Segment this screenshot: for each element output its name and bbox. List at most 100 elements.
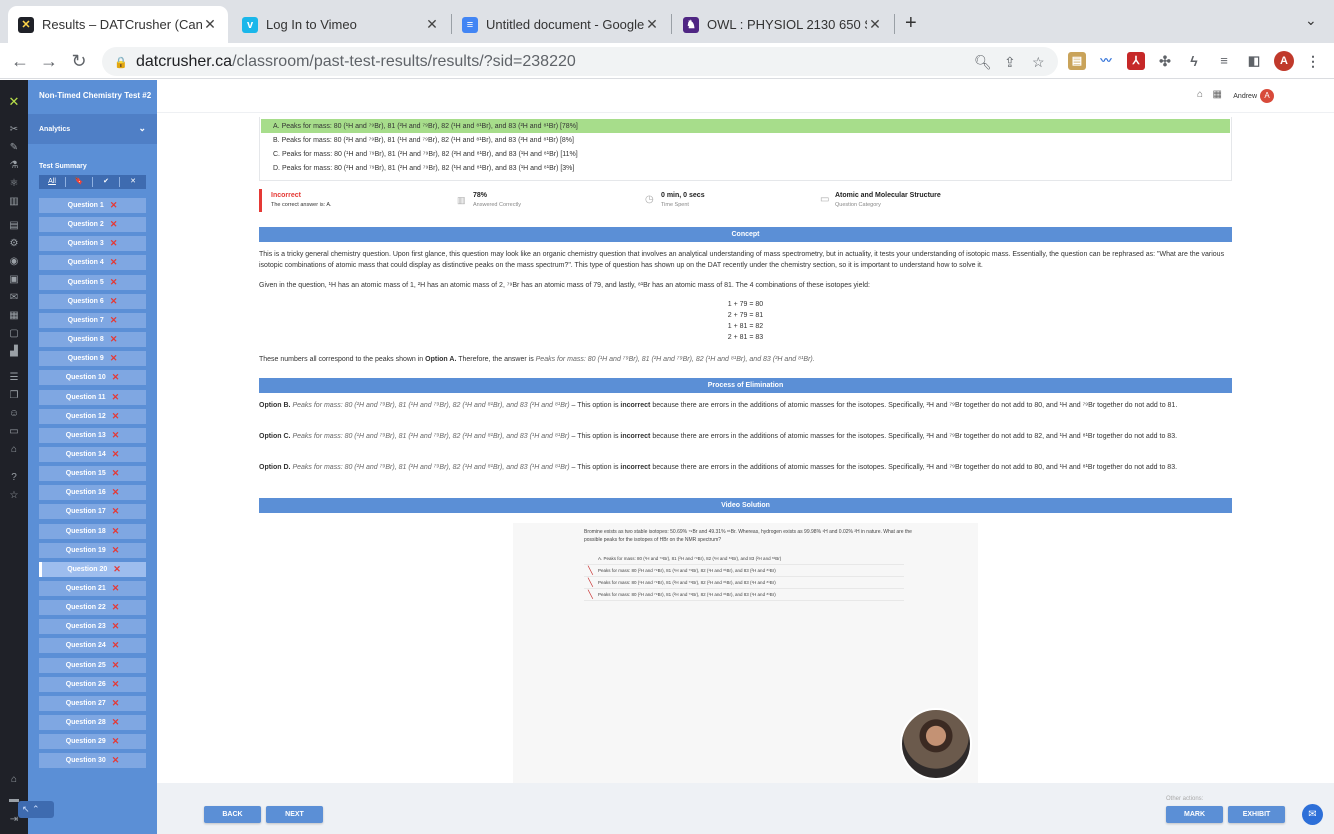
filter-bookmarked-icon[interactable]: 🔖 (66, 177, 93, 187)
question-item-21[interactable]: Question 21 ✕ (39, 581, 146, 596)
question-item-30[interactable]: Question 30 ✕ (39, 753, 146, 769)
rail-clipboard-icon[interactable]: ▭ (8, 426, 20, 438)
question-item-20[interactable]: Question 20 ✕ (39, 561, 146, 577)
close-tab-icon[interactable]: ✕ (202, 16, 218, 33)
option-label: Option D. (259, 464, 291, 471)
question-item-5[interactable]: Question 5 ✕ (39, 274, 146, 290)
rail-molecule-icon[interactable]: ⚛ (8, 178, 20, 190)
rail-settings-icon[interactable]: ⚙ (8, 238, 20, 250)
question-item-3[interactable]: Question 3 ✕ (39, 236, 146, 252)
question-item-6[interactable]: Question 6 ✕ (39, 293, 146, 309)
video-player[interactable]: Bromine exists as two stable isotopes: 5… (513, 523, 978, 785)
question-item-13[interactable]: Question 13 ✕ (39, 427, 146, 443)
question-item-22[interactable]: Question 22 ✕ (39, 600, 146, 616)
rail-tools-icon[interactable]: ✂ (8, 124, 20, 136)
question-item-11[interactable]: Question 11 ✕ (39, 389, 146, 405)
chat-support-icon[interactable]: ✉ (1302, 804, 1323, 825)
question-item-29[interactable]: Question 29 ✕ (39, 734, 146, 750)
tab-google-docs[interactable]: ≡ Untitled document - Google Docs ✕ (452, 6, 670, 43)
rail-chart-icon[interactable]: ▟ (8, 346, 20, 358)
question-item-23[interactable]: Question 23 ✕ (39, 619, 146, 635)
home-icon[interactable]: ⌂ (1197, 89, 1203, 100)
share-icon[interactable]: ⇪ (1004, 54, 1016, 71)
rail-doc-icon[interactable]: ▢ (8, 328, 20, 340)
extension-wave-icon[interactable]: 〰 (1097, 52, 1115, 70)
question-category: Atomic and Molecular Structure (835, 192, 941, 199)
question-item-12[interactable]: Question 12 ✕ (39, 408, 146, 424)
tab-datcrusher[interactable]: ✕ Results – DATCrusher (Canada) ✕ (8, 6, 228, 43)
back-arrow-icon[interactable]: ← (8, 49, 32, 73)
address-bar[interactable]: 🔒 datcrusher.ca/classroom/past-test-resu… (102, 47, 1058, 76)
exhibit-button[interactable]: EXHIBIT (1228, 806, 1285, 823)
datcrusher-logo-icon[interactable]: ✕ (8, 95, 20, 108)
tab-owl[interactable]: ♞ OWL : PHYSIOL 2130 650 SU2 ✕ (673, 6, 893, 43)
option-letter: B. (273, 136, 280, 144)
question-item-7[interactable]: Question 7 ✕ (39, 312, 146, 328)
rail-library-icon[interactable]: ▥ (8, 196, 20, 208)
close-tab-icon[interactable]: ✕ (867, 16, 883, 33)
rail-help-icon[interactable]: ? (8, 472, 20, 484)
close-tab-icon[interactable]: ✕ (644, 16, 660, 33)
rail-notes-icon[interactable]: ▦ (8, 310, 20, 322)
question-item-18[interactable]: Question 18 ✕ (39, 523, 146, 539)
side-panel-icon[interactable]: ◧ (1245, 52, 1263, 70)
reload-icon[interactable]: ↻ (67, 49, 91, 73)
rail-bank-icon[interactable]: ⌂ (8, 444, 20, 456)
filter-incorrect-icon[interactable]: ✕ (120, 177, 146, 187)
profile-avatar[interactable]: A (1274, 51, 1294, 71)
browser-tab-strip: ✕ Results – DATCrusher (Canada) ✕ v Log … (0, 0, 1334, 43)
extensions-puzzle-icon[interactable]: ✣ (1156, 52, 1174, 70)
filter-correct-icon[interactable]: ✔ (93, 177, 120, 187)
user-name[interactable]: Andrew (1233, 93, 1257, 100)
extension-bolt-icon[interactable]: ϟ (1185, 52, 1203, 70)
rail-book-icon[interactable]: ▤ (8, 220, 20, 232)
next-button[interactable]: NEXT (266, 806, 323, 823)
mark-button[interactable]: MARK (1166, 806, 1223, 823)
acrobat-icon[interactable]: ⅄ (1127, 52, 1145, 70)
concept-paragraph-1: This is a tricky general chemistry quest… (259, 251, 1225, 269)
analytics-toggle[interactable]: Analytics ⌄ (28, 114, 157, 144)
new-tab-icon[interactable]: + (905, 12, 917, 35)
question-item-16[interactable]: Question 16 ✕ (39, 485, 146, 501)
question-item-4[interactable]: Question 4 ✕ (39, 255, 146, 271)
question-item-24[interactable]: Question 24 ✕ (39, 638, 146, 654)
calculator-icon[interactable]: ▦ (1213, 89, 1222, 100)
rail-home-icon[interactable]: ⌂ (8, 774, 20, 786)
rail-list-icon[interactable]: ☰ (8, 372, 20, 384)
forward-arrow-icon[interactable]: → (37, 49, 61, 73)
filter-all[interactable]: All (39, 177, 66, 187)
tab-vimeo[interactable]: v Log In to Vimeo ✕ (232, 6, 450, 43)
rail-eye-icon[interactable]: ◉ (8, 256, 20, 268)
user-avatar[interactable]: A (1260, 89, 1274, 103)
question-item-17[interactable]: Question 17 ✕ (39, 504, 146, 520)
collapse-sidebar-icon[interactable]: ↖ ⌃ (18, 801, 54, 818)
rail-flask-icon[interactable]: ⚗ (8, 160, 20, 172)
bookmark-star-icon[interactable]: ☆ (1032, 54, 1045, 71)
question-item-10[interactable]: Question 10 ✕ (39, 370, 146, 386)
rail-chat-icon[interactable]: ✉ (8, 292, 20, 304)
rail-video-icon[interactable]: ▣ (8, 274, 20, 286)
kebab-menu-icon[interactable]: ⋮ (1304, 52, 1322, 70)
question-item-9[interactable]: Question 9 ✕ (39, 351, 146, 367)
question-item-2[interactable]: Question 2 ✕ (39, 217, 146, 233)
rail-copy-icon[interactable]: ❐ (8, 390, 20, 402)
question-item-28[interactable]: Question 28 ✕ (39, 715, 146, 731)
tab-search-chevron-icon[interactable]: ⌄ (1305, 12, 1317, 29)
question-item-14[interactable]: Question 14 ✕ (39, 446, 146, 462)
extension-notes-icon[interactable]: ▤ (1068, 52, 1086, 70)
rail-pen-icon[interactable]: ✎ (8, 142, 20, 154)
rail-star-icon[interactable]: ☆ (8, 490, 20, 502)
question-item-1[interactable]: Question 1 ✕ (39, 198, 146, 213)
question-item-15[interactable]: Question 15 ✕ (39, 466, 146, 482)
zoom-icon[interactable]: 🔍︎ (974, 54, 992, 71)
question-item-26[interactable]: Question 26 ✕ (39, 676, 146, 692)
question-item-25[interactable]: Question 25 ✕ (39, 657, 146, 673)
question-item-19[interactable]: Question 19 ✕ (39, 542, 146, 558)
rail-user-icon[interactable]: ☺ (8, 408, 20, 420)
question-item-27[interactable]: Question 27 ✕ (39, 695, 146, 711)
question-item-8[interactable]: Question 8 ✕ (39, 332, 146, 348)
back-button[interactable]: BACK (204, 806, 261, 823)
close-tab-icon[interactable]: ✕ (424, 16, 440, 33)
incorrect-word: incorrect (620, 464, 651, 471)
reading-list-icon[interactable]: ≡ (1215, 52, 1233, 70)
